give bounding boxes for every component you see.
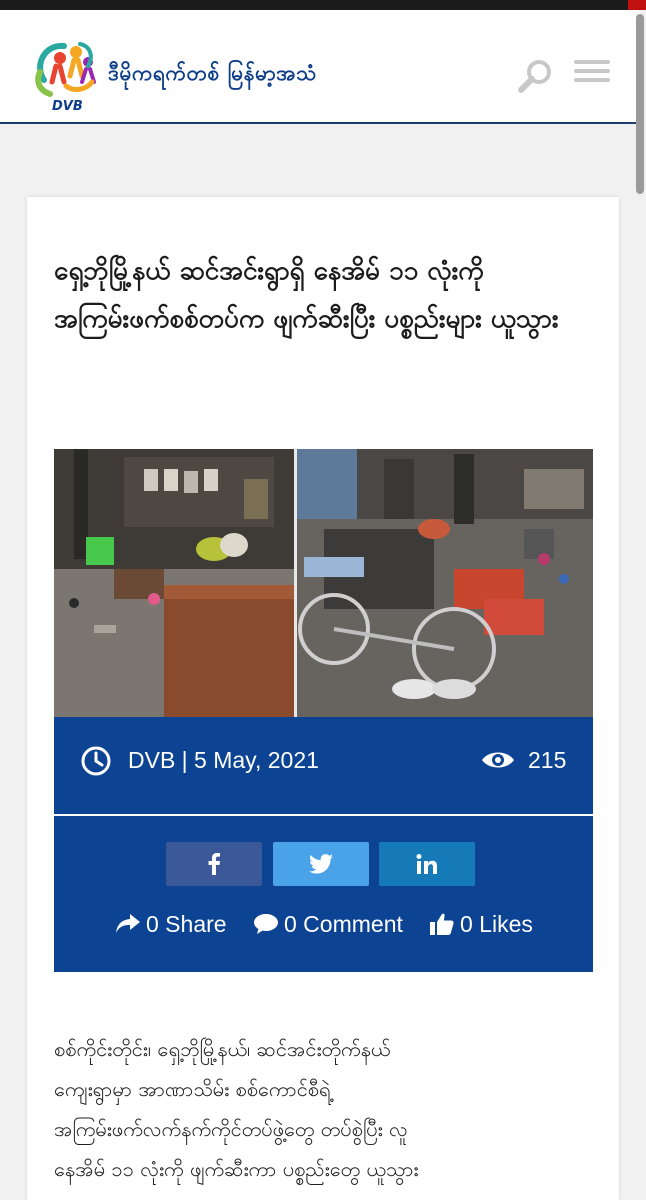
share-count[interactable]: 0 Share <box>116 909 227 939</box>
thumbs-up-icon <box>430 913 454 935</box>
linkedin-share-button[interactable] <box>379 842 475 886</box>
site-name[interactable]: ဒီမိုကရက်တစ် မြန်မာ့အသံ <box>108 60 317 91</box>
likes-label: 0 Likes <box>460 910 533 937</box>
facebook-icon <box>208 853 220 875</box>
social-share-panel: 0 Share 0 Comment 0 Likes <box>54 816 593 972</box>
twitter-share-button[interactable] <box>273 842 369 886</box>
clock-icon <box>81 746 111 776</box>
page-scrollbar[interactable] <box>636 14 644 194</box>
article-photo[interactable] <box>54 449 593 717</box>
status-bar-accent <box>628 0 646 10</box>
view-count: 215 <box>528 747 567 773</box>
comment-label: 0 Comment <box>284 910 403 937</box>
search-icon <box>518 60 551 93</box>
dvb-logo[interactable]: DVB <box>30 36 110 114</box>
twitter-icon <box>309 854 333 874</box>
logo-wordmark: DVB <box>52 99 83 114</box>
status-bar <box>0 0 646 10</box>
article-title: ရှေ့ဘိုမြို့နယ် ဆင်အင်းရွာရှိ နေအိမ် ၁၁ … <box>54 256 559 334</box>
eye-icon <box>482 752 514 768</box>
facebook-share-button[interactable] <box>166 842 262 886</box>
article-card: ရှေ့ဘိုမြို့နယ် ဆင်အင်းရွာရှိ နေအိမ် ၁၁ … <box>27 197 619 1200</box>
comment-icon <box>254 914 278 934</box>
search-button[interactable] <box>515 56 555 96</box>
article-body: စစ်ကိုင်းတိုင်း၊ ရှေ့ဘိုမြို့နယ်၊ ဆင်အင်… <box>54 1037 419 1181</box>
site-header: DVB ဒီမိုကရက်တစ် မြန်မာ့အသံ <box>0 10 640 124</box>
share-icon <box>116 914 140 933</box>
article-byline: DVB | 5 May, 2021 <box>128 747 319 773</box>
article-meta-bar: DVB | 5 May, 2021 215 <box>54 717 593 814</box>
likes-count[interactable]: 0 Likes <box>430 909 533 939</box>
linkedin-icon <box>416 854 437 874</box>
hamburger-menu-icon[interactable] <box>574 60 610 88</box>
share-label: 0 Share <box>146 910 227 937</box>
comment-count[interactable]: 0 Comment <box>254 909 403 939</box>
